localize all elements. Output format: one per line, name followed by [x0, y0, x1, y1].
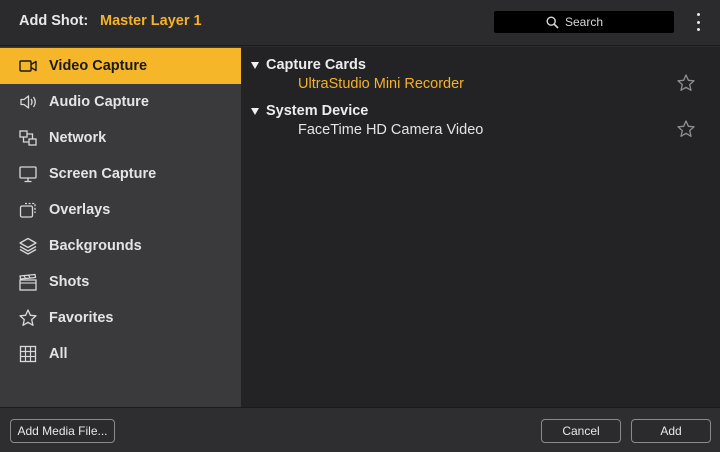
disclosure-triangle-icon[interactable]: [251, 62, 259, 69]
sidebar-item-screen-capture[interactable]: Screen Capture: [0, 156, 241, 192]
sidebar-item-label: Audio Capture: [49, 94, 149, 110]
group-capture-cards[interactable]: Capture Cards: [241, 56, 720, 76]
more-options-icon[interactable]: [690, 11, 706, 33]
star-icon: [18, 308, 38, 328]
sidebar-item-label: Shots: [49, 274, 90, 290]
sidebar-item-overlays[interactable]: Overlays: [0, 192, 241, 228]
grid-icon: [18, 344, 38, 364]
layers-icon: [18, 236, 38, 256]
sidebar-item-all[interactable]: All: [0, 336, 241, 372]
category-sidebar: Video Capture Audio Capture Network Scre…: [0, 47, 241, 407]
clapperboard-icon: [18, 272, 38, 292]
sidebar-item-shots[interactable]: Shots: [0, 264, 241, 300]
sidebar-item-label: Screen Capture: [49, 166, 157, 182]
speaker-icon: [18, 92, 38, 112]
add-media-file-button[interactable]: Add Media File...: [10, 419, 115, 443]
dialog-title: Add Shot:: [19, 13, 89, 29]
disclosure-triangle-icon[interactable]: [251, 108, 259, 115]
search-label: Search: [565, 15, 604, 29]
sidebar-item-label: Favorites: [49, 310, 114, 326]
dialog-footer: Add Media File... Cancel Add: [0, 407, 720, 452]
group-system-device[interactable]: System Device: [241, 102, 720, 122]
monitor-icon: [18, 164, 38, 184]
add-button[interactable]: Add: [631, 419, 711, 443]
list-item-ultrastudio[interactable]: UltraStudio Mini Recorder: [298, 76, 464, 92]
network-icon: [18, 128, 38, 148]
favorite-star-icon[interactable]: [676, 73, 696, 93]
sidebar-item-network[interactable]: Network: [0, 120, 241, 156]
sidebar-item-label: Backgrounds: [49, 238, 142, 254]
sidebar-item-favorites[interactable]: Favorites: [0, 300, 241, 336]
sidebar-item-video-capture[interactable]: Video Capture: [0, 48, 241, 84]
dialog-header: Add Shot: Master Layer 1 Search: [0, 0, 720, 46]
search-field[interactable]: Search: [494, 11, 674, 33]
group-label: Capture Cards: [266, 57, 366, 73]
favorite-star-icon[interactable]: [676, 119, 696, 139]
list-item-facetime[interactable]: FaceTime HD Camera Video: [298, 122, 483, 138]
layer-name: Master Layer 1: [100, 13, 202, 29]
group-label: System Device: [266, 103, 369, 119]
sidebar-item-label: Video Capture: [49, 58, 148, 74]
sidebar-item-label: Overlays: [49, 202, 111, 218]
overlays-icon: [18, 200, 38, 220]
video-camera-icon: [18, 56, 38, 76]
sidebar-item-audio-capture[interactable]: Audio Capture: [0, 84, 241, 120]
search-placeholder: Search: [546, 14, 603, 30]
sidebar-item-label: All: [49, 346, 68, 362]
source-list: Capture Cards UltraStudio Mini Recorder …: [241, 47, 720, 407]
sidebar-item-label: Network: [49, 130, 107, 146]
sidebar-item-backgrounds[interactable]: Backgrounds: [0, 228, 241, 264]
search-icon: [546, 15, 559, 29]
cancel-button[interactable]: Cancel: [541, 419, 621, 443]
